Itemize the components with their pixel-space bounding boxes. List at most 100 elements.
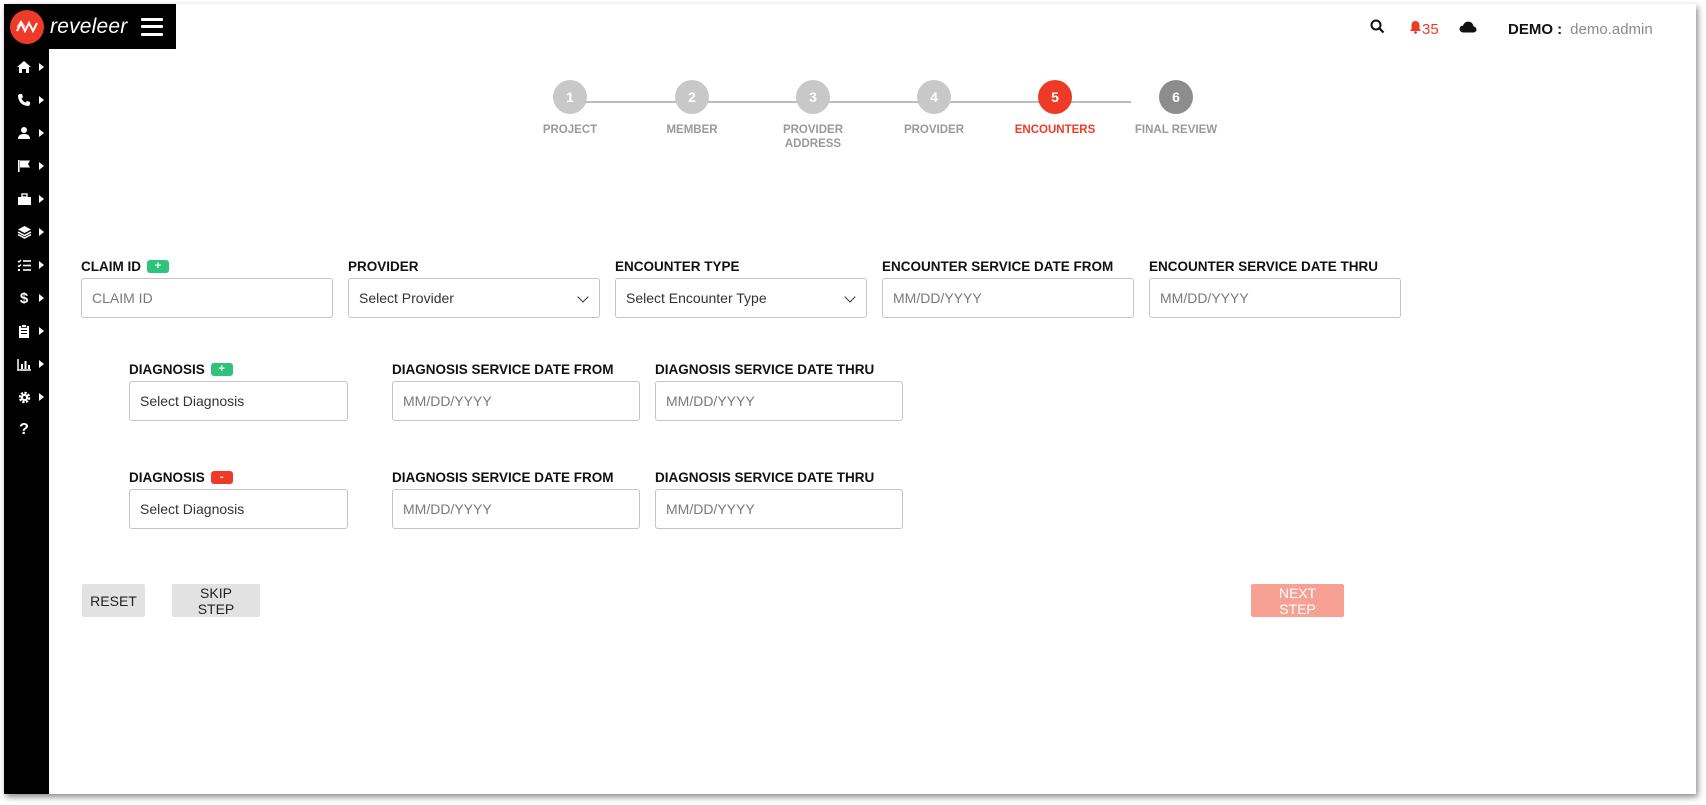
help-icon: ? — [19, 421, 29, 438]
dollar-icon: $ — [19, 289, 29, 307]
diagnosis-date-from-label: DIAGNOSIS SERVICE DATE FROM — [392, 361, 614, 377]
step-number: 3 — [796, 80, 830, 114]
step-label: PROVIDER — [903, 124, 965, 136]
encounter-type-label: ENCOUNTER TYPE — [615, 258, 740, 274]
skip-step-button[interactable]: SKIP STEP — [172, 584, 260, 617]
sidebar-item-checklist[interactable] — [4, 252, 49, 278]
bar-chart-icon — [16, 356, 32, 372]
chevron-down-icon — [844, 291, 856, 303]
app-window: reveleer $ ? 35 DEMO: demo.admin 1 PROJ… — [4, 4, 1696, 794]
sidebar-item-layers[interactable] — [4, 219, 49, 245]
diagnosis-date-thru-label: DIAGNOSIS SERVICE DATE THRU — [655, 469, 875, 485]
step-number: 6 — [1159, 80, 1193, 114]
remove-diagnosis-button[interactable]: - — [210, 470, 233, 484]
step-number: 2 — [675, 80, 709, 114]
provider-field: PROVIDER Select Provider — [348, 257, 600, 318]
sidebar-item-settings[interactable] — [4, 384, 49, 410]
encounter-type-select[interactable]: Select Encounter Type — [615, 278, 867, 318]
menu-toggle-icon[interactable] — [141, 17, 164, 36]
org-label: DEMO : — [1508, 20, 1563, 38]
step-label: PROVIDER ADDRESS — [782, 124, 844, 150]
diagnosis-date-thru-field: DIAGNOSIS SERVICE DATE THRU MM/DD/YYYY — [655, 360, 903, 421]
encounter-type-select-value: Select Encounter Type — [626, 290, 767, 306]
diagnosis-date-thru-label: DIAGNOSIS SERVICE DATE THRU — [655, 361, 875, 377]
step-label: MEMBER — [666, 124, 718, 136]
home-icon — [16, 59, 32, 75]
diagnosis-date-from-label: DIAGNOSIS SERVICE DATE FROM — [392, 469, 614, 485]
next-step-button[interactable]: NEXT STEP — [1251, 584, 1344, 617]
encounter-date-from-label: ENCOUNTER SERVICE DATE FROM — [882, 258, 1114, 274]
clipboard-icon — [16, 323, 32, 339]
bell-icon — [1409, 20, 1422, 38]
diagnosis-select[interactable]: Select Diagnosis — [129, 381, 348, 421]
step-number: 1 — [553, 80, 587, 114]
username: demo.admin — [1570, 20, 1653, 38]
sidebar-item-flags[interactable] — [4, 153, 49, 179]
diagnosis-label: DIAGNOSIS — [129, 361, 205, 377]
provider-select[interactable]: Select Provider — [348, 278, 600, 318]
diagnosis-date-thru-field: DIAGNOSIS SERVICE DATE THRU MM/DD/YYYY — [655, 468, 903, 529]
user-info[interactable]: DEMO : demo.admin — [1508, 18, 1653, 40]
step-number: 4 — [917, 80, 951, 114]
briefcase-icon — [16, 191, 32, 207]
sidebar-item-users[interactable] — [4, 120, 49, 146]
step-label: FINAL REVIEW — [1134, 124, 1218, 136]
sidebar-item-home[interactable] — [4, 54, 49, 80]
step-label: PROJECT — [542, 124, 598, 136]
diagnosis-select[interactable]: Select Diagnosis — [129, 489, 348, 529]
checklist-icon — [16, 257, 32, 273]
encounter-date-from-input[interactable]: MM/DD/YYYY — [882, 278, 1134, 318]
sidebar: $ ? — [4, 49, 49, 794]
diagnosis-field: DIAGNOSIS - Select Diagnosis — [129, 468, 348, 529]
cloud-icon — [1459, 20, 1477, 38]
step-provider-address[interactable]: 3 PROVIDER ADDRESS — [753, 80, 873, 151]
brand-name: reveleer — [50, 14, 128, 38]
provider-select-value: Select Provider — [359, 290, 454, 306]
encounter-date-thru-label: ENCOUNTER SERVICE DATE THRU — [1149, 258, 1379, 274]
brand-bar: reveleer — [4, 4, 176, 49]
sidebar-item-help[interactable]: ? — [4, 417, 49, 443]
encounter-date-from-field: ENCOUNTER SERVICE DATE FROM MM/DD/YYYY — [882, 257, 1134, 318]
step-encounters[interactable]: 5 ENCOUNTERS — [995, 80, 1115, 137]
layers-icon — [16, 224, 32, 240]
search-button[interactable] — [1370, 18, 1385, 40]
sidebar-item-billing[interactable]: $ — [4, 285, 49, 311]
logo-icon[interactable] — [10, 9, 44, 44]
add-diagnosis-button[interactable]: + — [210, 362, 233, 376]
diagnosis-label: DIAGNOSIS — [129, 469, 205, 485]
diagnosis-date-thru-input[interactable]: MM/DD/YYYY — [655, 381, 903, 421]
chevron-down-icon — [577, 291, 589, 303]
diagnosis-date-from-input[interactable]: MM/DD/YYYY — [392, 381, 640, 421]
notifications-button[interactable]: 35 — [1409, 18, 1439, 40]
step-member[interactable]: 2 MEMBER — [632, 80, 752, 137]
user-icon — [16, 125, 32, 141]
step-final-review[interactable]: 6 FINAL REVIEW — [1116, 80, 1236, 137]
cloud-button[interactable] — [1459, 18, 1477, 40]
diagnosis-date-from-field: DIAGNOSIS SERVICE DATE FROM MM/DD/YYYY — [392, 468, 640, 529]
step-number: 5 — [1038, 80, 1072, 114]
add-claim-button[interactable]: + — [147, 259, 169, 273]
sidebar-item-phone[interactable] — [4, 87, 49, 113]
notification-count: 35 — [1422, 20, 1439, 38]
claim-id-input[interactable]: CLAIM ID — [81, 278, 333, 318]
diagnosis-date-from-field: DIAGNOSIS SERVICE DATE FROM MM/DD/YYYY — [392, 360, 640, 421]
reset-button[interactable]: RESET — [82, 584, 145, 617]
step-label: ENCOUNTERS — [1014, 124, 1096, 136]
phone-icon — [16, 92, 32, 108]
sidebar-item-reports[interactable] — [4, 351, 49, 377]
encounter-type-field: ENCOUNTER TYPE Select Encounter Type — [615, 257, 867, 318]
encounter-date-thru-input[interactable]: MM/DD/YYYY — [1149, 278, 1401, 318]
gear-icon — [16, 389, 32, 405]
diagnosis-date-thru-input[interactable]: MM/DD/YYYY — [655, 489, 903, 529]
claim-id-field: CLAIM ID + CLAIM ID — [81, 257, 333, 318]
sidebar-item-clipboard[interactable] — [4, 318, 49, 344]
diagnosis-date-from-input[interactable]: MM/DD/YYYY — [392, 489, 640, 529]
step-project[interactable]: 1 PROJECT — [510, 80, 630, 137]
search-icon — [1370, 19, 1385, 39]
claim-id-label: CLAIM ID — [81, 258, 141, 274]
sidebar-item-briefcase[interactable] — [4, 186, 49, 212]
flag-icon — [16, 158, 32, 174]
step-provider[interactable]: 4 PROVIDER — [874, 80, 994, 137]
encounter-date-thru-field: ENCOUNTER SERVICE DATE THRU MM/DD/YYYY — [1149, 257, 1401, 318]
diagnosis-field: DIAGNOSIS + Select Diagnosis — [129, 360, 348, 421]
